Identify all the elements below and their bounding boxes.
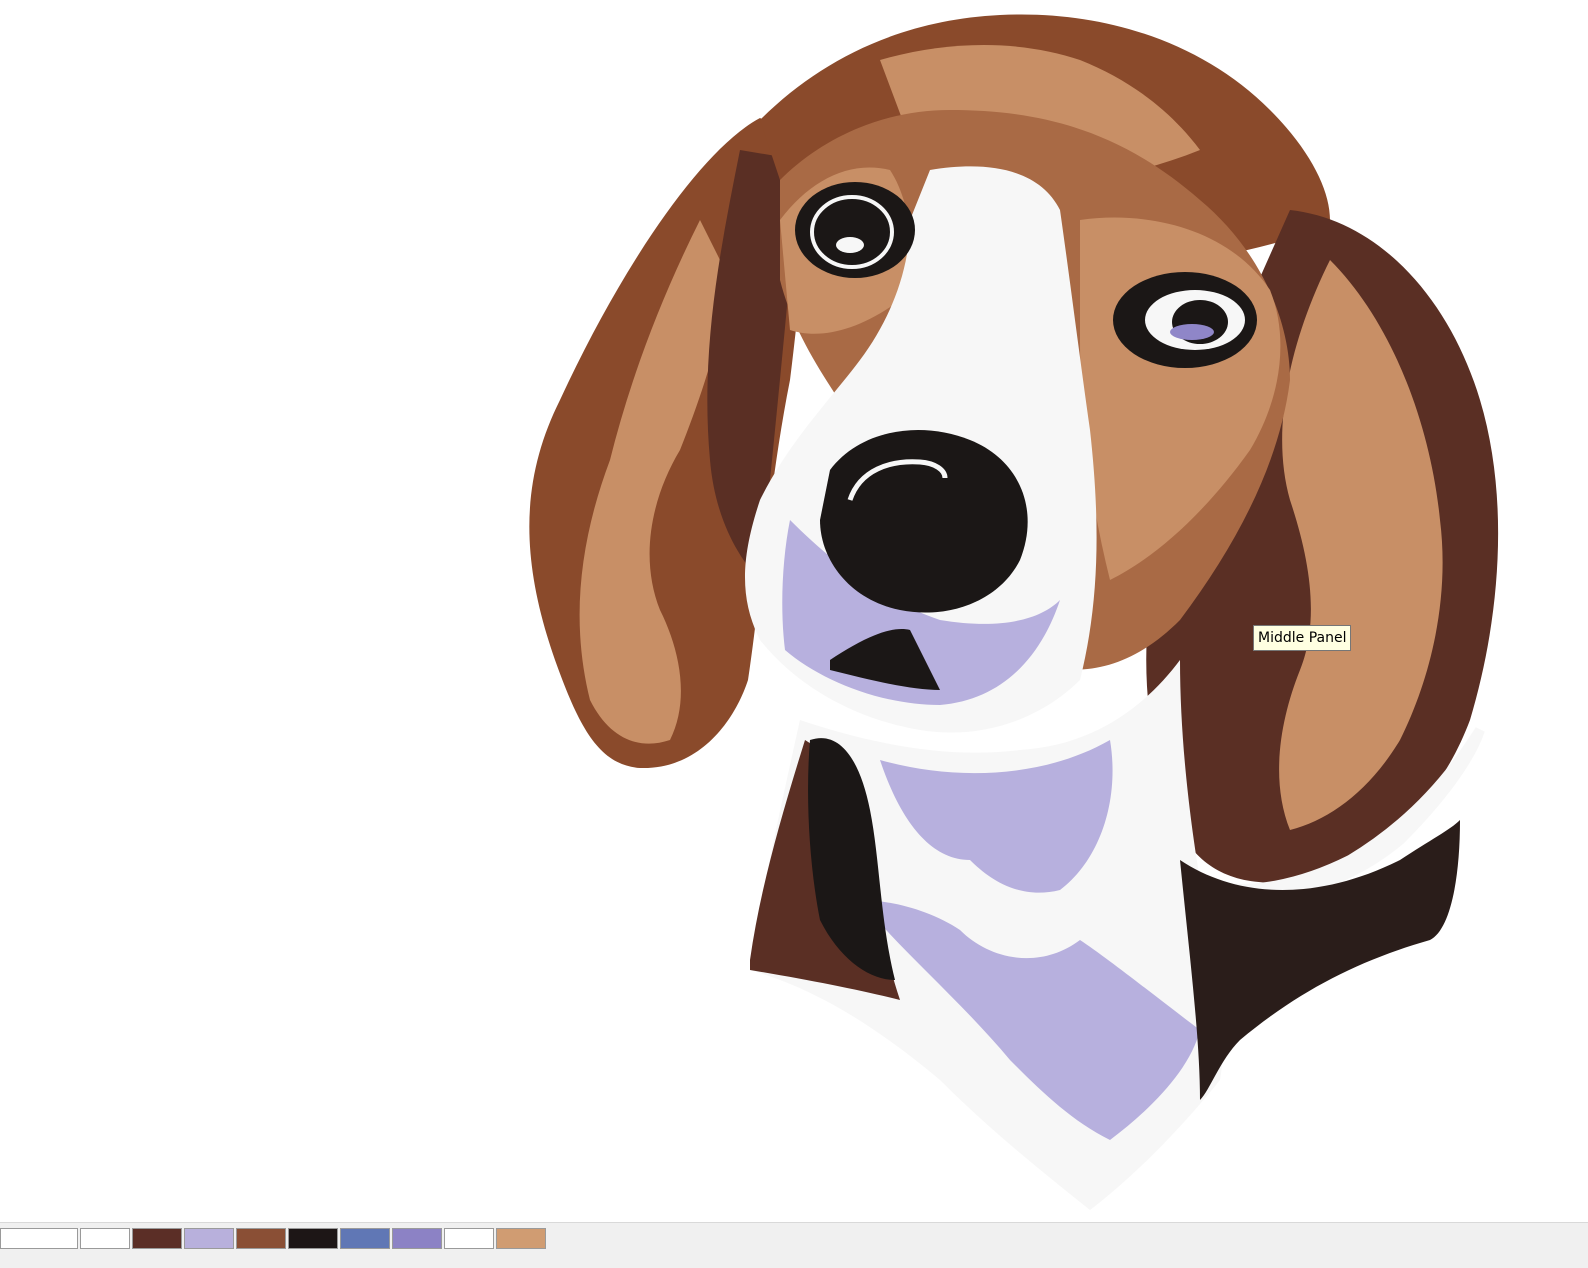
swatch-lavender[interactable] xyxy=(184,1228,234,1249)
swatch-blank[interactable] xyxy=(0,1228,78,1249)
color-palette-bar xyxy=(0,1222,1588,1268)
swatch-periwinkle[interactable] xyxy=(392,1228,442,1249)
left-eye-shine xyxy=(836,237,864,253)
swatch-brown[interactable] xyxy=(236,1228,286,1249)
swatch-blue[interactable] xyxy=(340,1228,390,1249)
beagle-embroidery-design[interactable] xyxy=(0,0,1588,1222)
swatch-tan[interactable] xyxy=(496,1228,546,1249)
swatch-white[interactable] xyxy=(80,1228,130,1249)
swatch-white-2[interactable] xyxy=(444,1228,494,1249)
swatch-black[interactable] xyxy=(288,1228,338,1249)
swatch-dark-brown[interactable] xyxy=(132,1228,182,1249)
right-eye-lavender xyxy=(1170,324,1214,340)
tooltip: Middle Panel xyxy=(1253,625,1352,651)
design-canvas[interactable]: Middle Panel xyxy=(0,0,1588,1222)
nose xyxy=(820,430,1028,613)
